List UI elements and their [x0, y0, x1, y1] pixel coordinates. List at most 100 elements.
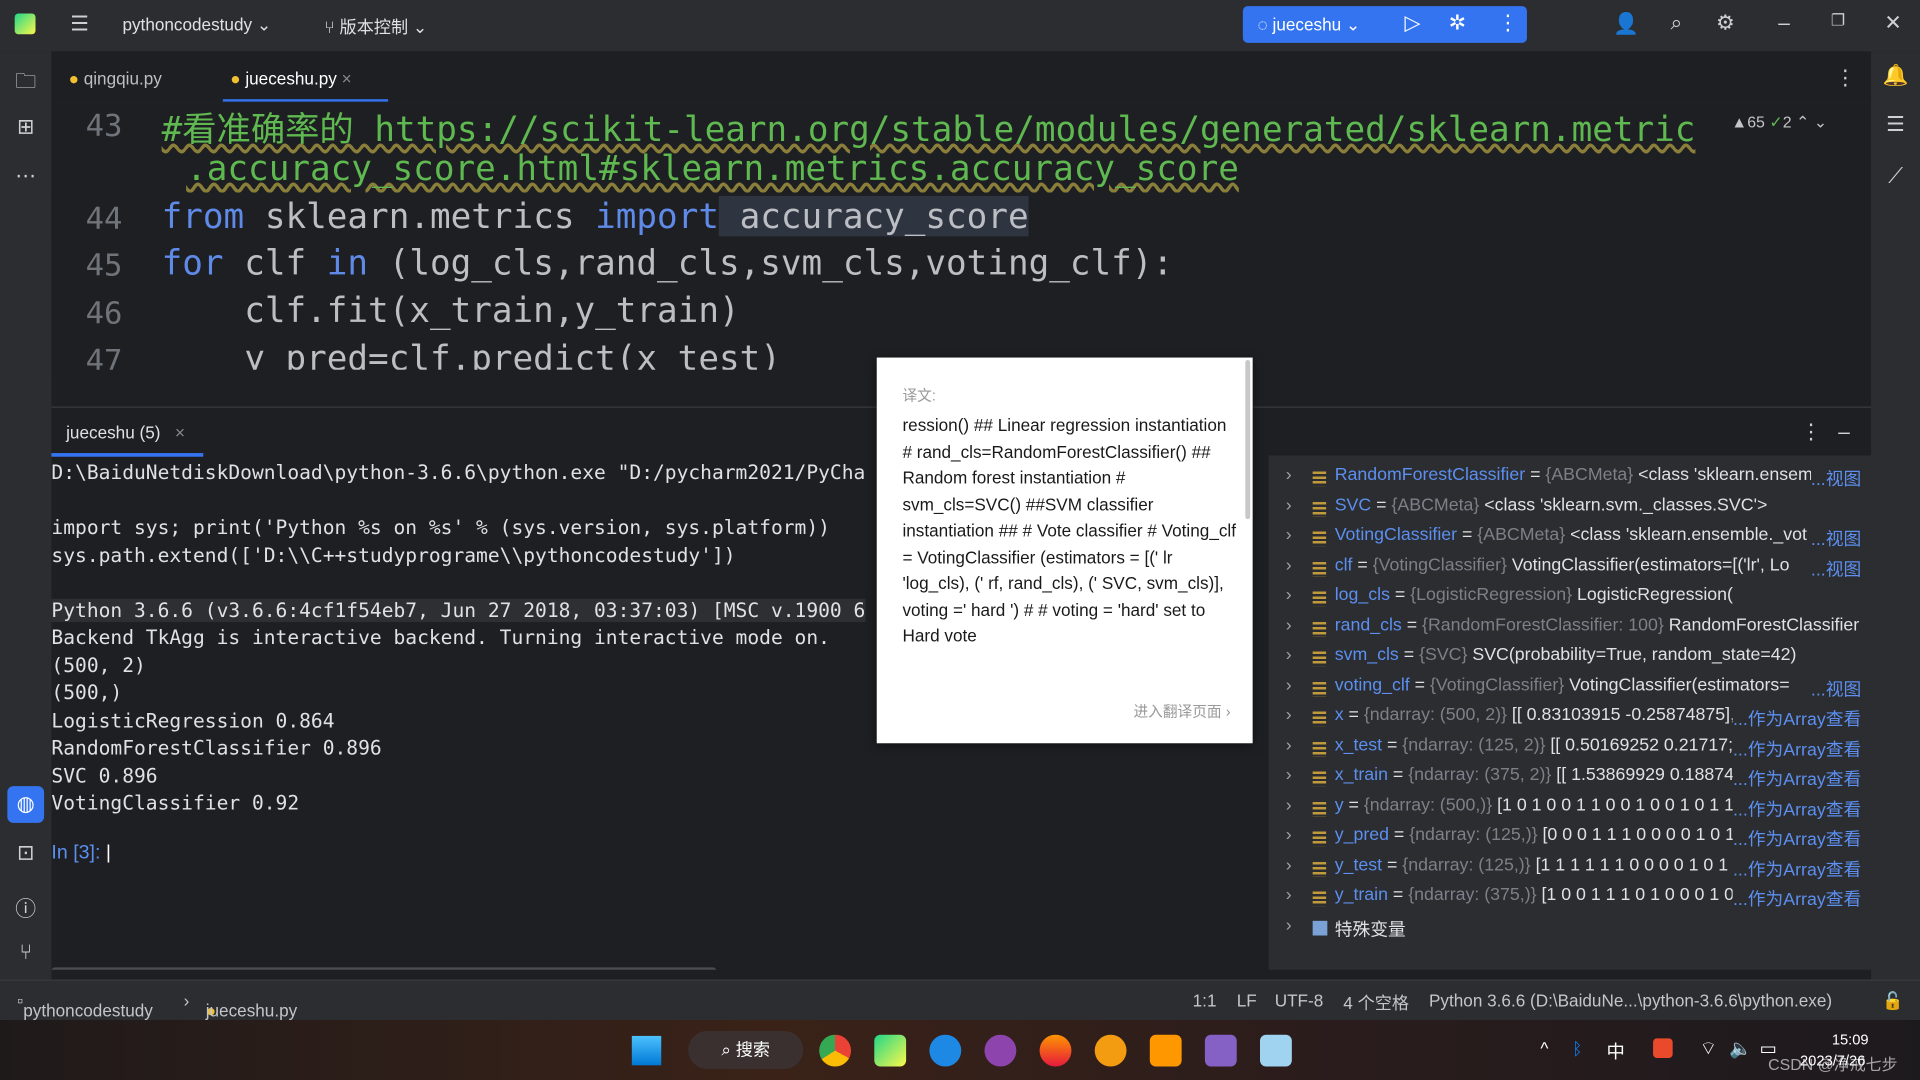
view-link[interactable]: ...作为Array查看 — [1732, 705, 1862, 732]
variable-row[interactable]: › x_test = {ndarray: (125, 2)} [[ 0.50169… — [1269, 735, 1869, 764]
expand-chevron-icon[interactable]: › — [1286, 645, 1292, 665]
ime-indicator[interactable]: 中 — [1607, 1038, 1625, 1064]
view-link[interactable]: ...作为Array查看 — [1732, 735, 1862, 762]
view-link[interactable]: ...视图 — [1810, 555, 1862, 582]
run-icon[interactable]: ▷ — [1404, 11, 1420, 35]
main-menu-icon[interactable]: ☰ — [61, 12, 98, 36]
clock-time[interactable]: 15:09 — [1832, 1031, 1869, 1048]
inspection-widget[interactable]: ▲65 ✓2 ⌃ ⌄ — [1731, 113, 1827, 133]
folder-icon[interactable]: 🗀 — [7, 66, 44, 102]
firefox-icon[interactable] — [1039, 1034, 1072, 1067]
expand-chevron-icon[interactable]: › — [1286, 795, 1292, 815]
search-icon[interactable]: ⌕ — [1658, 11, 1695, 35]
tab-jueceshu[interactable]: ● jueceshu.py × — [230, 69, 351, 89]
lock-icon[interactable]: 🔓 — [1882, 991, 1903, 1012]
variable-row[interactable]: › VotingClassifier = {ABCMeta} <class 'sk… — [1269, 525, 1869, 554]
special-variables-row[interactable]: › 特殊变量 — [1269, 916, 1869, 945]
chrome-icon[interactable] — [819, 1034, 852, 1067]
minimize-icon[interactable]: – — [1766, 11, 1803, 35]
expand-chevron-icon[interactable]: › — [1286, 555, 1292, 575]
variable-row[interactable]: › SVC = {ABCMeta} <class 'sklearn.svm._cl… — [1269, 495, 1869, 524]
variable-row[interactable]: › y_test = {ndarray: (125,)} [1 1 1 1 1 1… — [1269, 855, 1869, 884]
view-link[interactable]: ...视图 — [1810, 465, 1862, 492]
view-link[interactable]: ...视图 — [1810, 675, 1862, 702]
search-tool-icon[interactable] — [1094, 1034, 1127, 1067]
sciview-icon[interactable]: ⟋ — [1877, 164, 1914, 188]
start-button[interactable] — [631, 1035, 662, 1066]
tab-console[interactable]: jueceshu (5) × — [66, 422, 185, 442]
view-link[interactable]: ...作为Array查看 — [1732, 825, 1862, 852]
debug-icon[interactable]: ✲ — [1449, 11, 1466, 35]
view-link[interactable]: ...作为Array查看 — [1732, 885, 1862, 912]
variable-row[interactable]: › x_train = {ndarray: (375, 2)} [[ 1.5386… — [1269, 765, 1869, 794]
expand-chevron-icon[interactable]: › — [1286, 675, 1292, 695]
tray-overflow-icon[interactable]: ^ — [1540, 1038, 1548, 1058]
view-link[interactable]: ...视图 — [1810, 525, 1862, 552]
add-user-icon[interactable]: 👤 — [1608, 12, 1645, 36]
expand-chevron-icon[interactable]: › — [1286, 885, 1292, 905]
expand-chevron-icon[interactable]: › — [1286, 585, 1292, 605]
open-translation-link[interactable]: 进入翻译页面 › — [1133, 700, 1230, 721]
options-icon[interactable]: ⋮ — [1793, 420, 1830, 444]
view-link[interactable]: ...作为Array查看 — [1732, 795, 1862, 822]
expand-chevron-icon[interactable]: › — [1286, 525, 1292, 545]
hide-panel-icon[interactable]: – — [1826, 420, 1863, 444]
variable-row[interactable]: › voting_clf = {VotingClassifier} VotingC… — [1269, 675, 1869, 704]
variable-row[interactable]: › svm_cls = {SVC} SVC(probability=True, r… — [1269, 645, 1869, 674]
variable-row[interactable]: › rand_cls = {RandomForestClassifier: 100… — [1269, 615, 1869, 644]
database-icon[interactable]: ☰ — [1877, 113, 1914, 137]
view-link[interactable]: ...作为Array查看 — [1732, 765, 1862, 792]
close-icon[interactable]: ✕ — [1875, 11, 1912, 35]
app-icon-v[interactable] — [929, 1034, 962, 1067]
vcs-menu[interactable]: ⑂ 版本控制 ⌄ — [324, 15, 427, 39]
restore-icon[interactable]: ❐ — [1820, 11, 1857, 31]
notifications-icon[interactable]: 🔔 — [1877, 64, 1914, 88]
python-console-icon[interactable]: ◍ — [7, 786, 45, 823]
chart-app-icon[interactable] — [1260, 1034, 1292, 1067]
structure-icon[interactable]: ⊞ — [7, 115, 44, 139]
expand-chevron-icon[interactable]: › — [1286, 825, 1292, 845]
variable-row[interactable]: › y_train = {ndarray: (375,)} [1 0 0 1 1 … — [1269, 885, 1869, 914]
horizontal-scrollbar[interactable] — [51, 967, 717, 970]
variable-row[interactable]: › y_pred = {ndarray: (125,)} [0 0 0 1 1 1… — [1269, 825, 1869, 854]
gear-icon[interactable]: ⚙ — [1707, 11, 1744, 35]
indent-setting[interactable]: 4 个空格 — [1343, 991, 1409, 1015]
taskbar-search[interactable]: ⌕ 搜索 — [688, 1031, 804, 1069]
more-icon[interactable]: ⋮ — [1498, 11, 1519, 35]
expand-chevron-icon[interactable]: › — [1286, 465, 1292, 485]
variable-row[interactable]: › RandomForestClassifier = {ABCMeta} <cla… — [1269, 465, 1869, 494]
variable-row[interactable]: › log_cls = {LogisticRegression} Logistic… — [1269, 585, 1869, 614]
close-tab-icon[interactable]: × — [175, 422, 185, 442]
console-prompt[interactable]: In [3]: | — [51, 842, 111, 864]
code-editor[interactable]: 43 #看准确率的 https://scikit-learn.org/stabl… — [51, 102, 1872, 370]
more-tools-icon[interactable]: ⋯ — [7, 164, 44, 188]
interpreter-selector[interactable]: Python 3.6.6 (D:\BaiduNe...\python-3.6.6… — [1429, 991, 1832, 1011]
tabs-more-icon[interactable]: ⋮ — [1827, 66, 1864, 90]
popup-scrollbar[interactable] — [1245, 360, 1251, 520]
bluetooth-icon[interactable]: ᛒ — [1572, 1038, 1582, 1058]
breadcrumb-project[interactable]: ▫ pythoncodestudy — [17, 991, 153, 1020]
project-selector[interactable]: pythoncodestudy ⌄ — [122, 15, 271, 36]
problems-icon[interactable]: ⓘ — [7, 891, 44, 922]
close-tab-icon[interactable]: × — [342, 69, 352, 89]
line-separator[interactable]: LF — [1237, 991, 1257, 1011]
sublime-icon[interactable] — [1149, 1034, 1182, 1067]
git-icon[interactable]: ⑂ — [7, 940, 44, 964]
visual-studio-icon[interactable] — [1204, 1034, 1237, 1067]
expand-chevron-icon[interactable]: › — [1286, 765, 1292, 785]
view-link[interactable]: ...作为Array查看 — [1732, 855, 1862, 882]
expand-chevron-icon[interactable]: › — [1286, 495, 1292, 515]
pycharm-taskbar-icon[interactable] — [874, 1034, 907, 1067]
expand-chevron-icon[interactable]: › — [1286, 735, 1292, 755]
caret-position[interactable]: 1:1 — [1193, 991, 1217, 1011]
run-config-selector[interactable]: ◌ jueceshu ⌄ — [1258, 15, 1361, 36]
file-encoding[interactable]: UTF-8 — [1275, 991, 1324, 1011]
tab-qingqiu[interactable]: ● qingqiu.py — [69, 69, 162, 89]
volume-icon[interactable]: 🔈 — [1729, 1037, 1752, 1059]
variable-row[interactable]: › clf = {VotingClassifier} VotingClassifi… — [1269, 555, 1869, 584]
expand-chevron-icon[interactable]: › — [1286, 855, 1292, 875]
terminal-icon[interactable]: ⊡ — [7, 841, 44, 865]
sogou-icon[interactable] — [1653, 1038, 1673, 1058]
expand-chevron-icon[interactable]: › — [1286, 615, 1292, 635]
expand-chevron-icon[interactable]: › — [1286, 705, 1292, 725]
